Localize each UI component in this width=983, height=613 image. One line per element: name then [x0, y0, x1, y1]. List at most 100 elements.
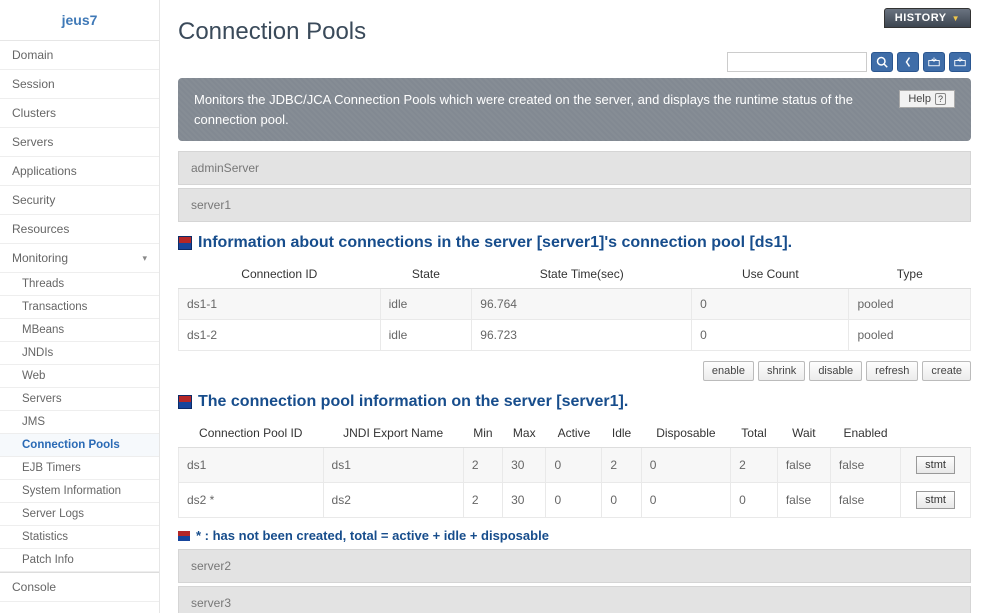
- section1-title: Information about connections in the ser…: [198, 234, 792, 252]
- nav-applications[interactable]: Applications: [0, 157, 159, 186]
- shrink-button[interactable]: shrink: [758, 361, 805, 381]
- nav-console[interactable]: Console: [0, 572, 159, 602]
- nav-transactions[interactable]: Transactions: [0, 296, 159, 319]
- flag-icon: [178, 531, 190, 541]
- history-label: HISTORY: [895, 12, 947, 24]
- cell: 2: [731, 448, 778, 483]
- nav-monitoring-label: Monitoring: [12, 251, 68, 265]
- help-button[interactable]: Help ?: [899, 90, 955, 108]
- create-button[interactable]: create: [922, 361, 971, 381]
- table-row[interactable]: ds1-2 idle 96.723 0 pooled: [179, 320, 971, 351]
- help-icon: ?: [935, 93, 946, 105]
- cell: pooled: [849, 289, 971, 320]
- col-idle: Idle: [602, 419, 641, 448]
- cell: 96.764: [472, 289, 692, 320]
- cell: ds1: [179, 448, 324, 483]
- nav-threads[interactable]: Threads: [0, 273, 159, 296]
- disable-button[interactable]: disable: [809, 361, 862, 381]
- footnote-text: * : has not been created, total = active…: [196, 528, 549, 543]
- nav-system-info[interactable]: System Information: [0, 480, 159, 503]
- cell: false: [830, 483, 900, 518]
- section2-header: The connection pool information on the s…: [178, 393, 971, 411]
- cell: 0: [692, 320, 849, 351]
- cell: 0: [602, 483, 641, 518]
- nav-resources[interactable]: Resources: [0, 215, 159, 244]
- col-pool-id: Connection Pool ID: [179, 419, 324, 448]
- nav-session[interactable]: Session: [0, 70, 159, 99]
- connections-table: Connection ID State State Time(sec) Use …: [178, 260, 971, 351]
- enable-button[interactable]: enable: [703, 361, 754, 381]
- export-xml-icon[interactable]: [923, 52, 945, 72]
- nav-monitoring[interactable]: Monitoring ▾: [0, 244, 159, 273]
- flag-icon: [178, 236, 192, 250]
- action-buttons: enable shrink disable refresh create: [178, 361, 971, 381]
- cell: 2: [602, 448, 641, 483]
- server-2[interactable]: server2: [178, 549, 971, 583]
- nav-domain[interactable]: Domain: [0, 41, 159, 70]
- cell: ds1: [323, 448, 463, 483]
- table-row[interactable]: ds2 * ds2 2 30 0 0 0 0 false false stmt: [179, 483, 971, 518]
- cell: false: [830, 448, 900, 483]
- col-type: Type: [849, 260, 971, 289]
- col-wait: Wait: [777, 419, 830, 448]
- col-enabled: Enabled: [830, 419, 900, 448]
- col-active: Active: [546, 419, 602, 448]
- cell: false: [777, 483, 830, 518]
- section1-header: Information about connections in the ser…: [178, 234, 971, 252]
- cell: idle: [380, 320, 472, 351]
- col-state-time: State Time(sec): [472, 260, 692, 289]
- nav-ejb-timers[interactable]: EJB Timers: [0, 457, 159, 480]
- pool-table: Connection Pool ID JNDI Export Name Min …: [178, 419, 971, 518]
- search-icon[interactable]: [871, 52, 893, 72]
- content: HISTORY ▼ Connection Pools Monitors the …: [160, 0, 983, 613]
- history-button[interactable]: HISTORY ▼: [884, 8, 971, 28]
- stmt-button[interactable]: stmt: [916, 456, 955, 474]
- cell: 96.723: [472, 320, 692, 351]
- nav-clusters[interactable]: Clusters: [0, 99, 159, 128]
- cell: ds1-1: [179, 289, 381, 320]
- col-total: Total: [731, 419, 778, 448]
- table-row[interactable]: ds1 ds1 2 30 0 2 0 2 false false stmt: [179, 448, 971, 483]
- download-icon[interactable]: [949, 52, 971, 72]
- nav-mbeans[interactable]: MBeans: [0, 319, 159, 342]
- col-use-count: Use Count: [692, 260, 849, 289]
- refresh-button[interactable]: refresh: [866, 361, 918, 381]
- nav-sub-servers[interactable]: Servers: [0, 388, 159, 411]
- cell: 0: [731, 483, 778, 518]
- description-box: Monitors the JDBC/JCA Connection Pools w…: [178, 78, 971, 141]
- server-3[interactable]: server3: [178, 586, 971, 613]
- nav-servers[interactable]: Servers: [0, 128, 159, 157]
- server-1[interactable]: server1: [178, 188, 971, 222]
- nav-statistics[interactable]: Statistics: [0, 526, 159, 549]
- cell: 2: [463, 483, 502, 518]
- search-input[interactable]: [727, 52, 867, 72]
- back-icon[interactable]: [897, 52, 919, 72]
- chevron-down-icon: ▼: [952, 14, 960, 23]
- sidebar-title[interactable]: jeus7: [0, 0, 159, 41]
- nav-patch-info[interactable]: Patch Info: [0, 549, 159, 572]
- cell: 30: [503, 483, 546, 518]
- nav-jms[interactable]: JMS: [0, 411, 159, 434]
- nav-jndis[interactable]: JNDIs: [0, 342, 159, 365]
- col-jndi: JNDI Export Name: [323, 419, 463, 448]
- col-state: State: [380, 260, 472, 289]
- page-title: Connection Pools: [178, 18, 971, 46]
- col-disposable: Disposable: [641, 419, 730, 448]
- flag-icon: [178, 395, 192, 409]
- cell: 0: [546, 448, 602, 483]
- nav-connection-pools[interactable]: Connection Pools: [0, 434, 159, 457]
- cell: ds2: [323, 483, 463, 518]
- nav-server-logs[interactable]: Server Logs: [0, 503, 159, 526]
- help-label: Help: [908, 93, 931, 105]
- col-max: Max: [503, 419, 546, 448]
- nav-security[interactable]: Security: [0, 186, 159, 215]
- cell: pooled: [849, 320, 971, 351]
- cell: ds2 *: [179, 483, 324, 518]
- cell: 2: [463, 448, 502, 483]
- table-row[interactable]: ds1-1 idle 96.764 0 pooled: [179, 289, 971, 320]
- toolbar: [178, 52, 971, 72]
- chevron-down-icon: ▾: [142, 253, 147, 264]
- stmt-button[interactable]: stmt: [916, 491, 955, 509]
- nav-web[interactable]: Web: [0, 365, 159, 388]
- server-admin[interactable]: adminServer: [178, 151, 971, 185]
